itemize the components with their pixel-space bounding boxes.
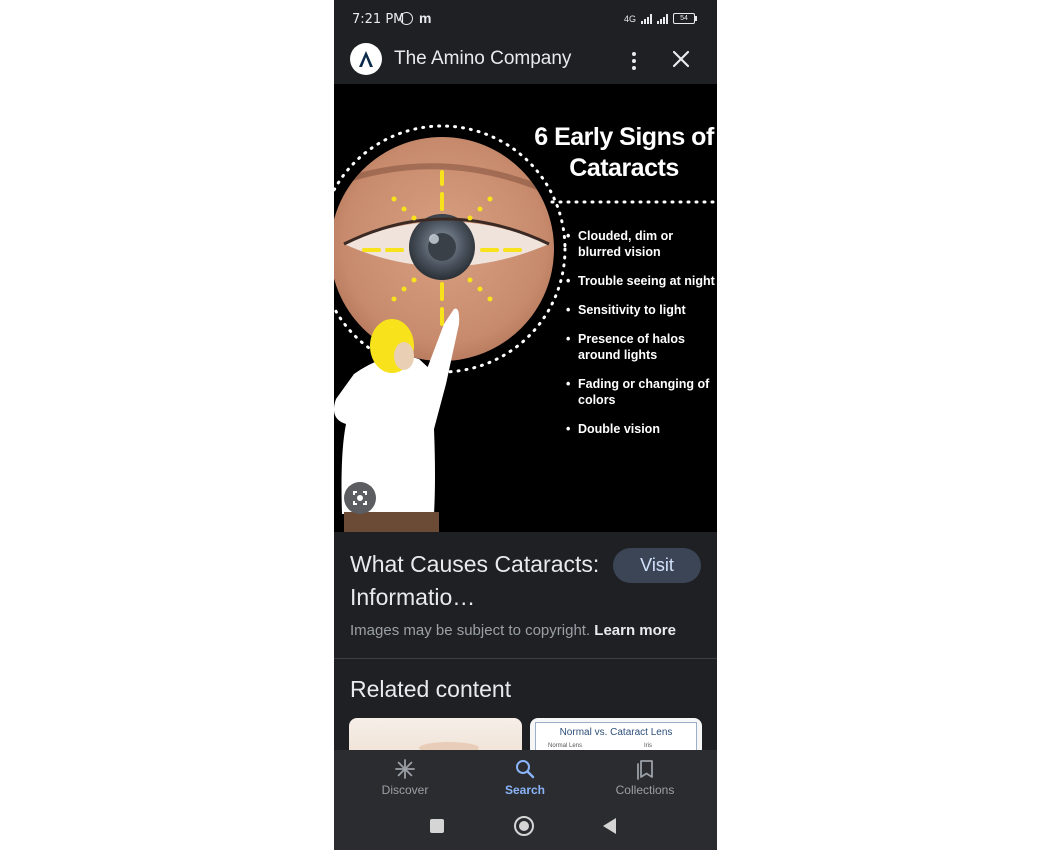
status-bar: 7:21 PM m 4G 54: [334, 0, 717, 38]
back-icon[interactable]: [603, 818, 616, 834]
sign-item: Double vision: [566, 421, 716, 437]
alarm-icon: [400, 12, 413, 25]
thumbnail-label: Iris: [644, 743, 652, 749]
copyright-text: Images may be subject to copyright.: [350, 622, 591, 639]
nav-collections[interactable]: Collections: [595, 750, 695, 806]
sign-item: Fading or changing of colors: [566, 376, 716, 408]
signs-list: Clouded, dim or blurred vision Trouble s…: [566, 228, 716, 450]
system-navigation: [334, 806, 717, 850]
more-vert-icon[interactable]: [624, 50, 644, 72]
signal-2-icon: [657, 13, 668, 24]
status-icons: 4G 54: [623, 13, 697, 24]
app-bar: The Amino Company: [334, 38, 717, 84]
thumbnail-label: Normal Lens: [548, 743, 583, 749]
battery-icon: 54: [673, 13, 697, 24]
amino-logo-icon[interactable]: [350, 43, 382, 75]
related-content-heading: Related content: [350, 676, 512, 702]
home-icon[interactable]: [514, 816, 534, 836]
signal-icon: [641, 13, 652, 24]
recents-icon[interactable]: [430, 819, 444, 833]
bottom-navigation: Discover Search Collections: [334, 750, 717, 806]
collections-icon: [637, 760, 653, 780]
search-icon: [516, 760, 535, 779]
image-title: 6 Early Signs of Cataracts: [534, 123, 714, 182]
nav-label: Search: [504, 783, 546, 797]
result-title[interactable]: What Causes Cataracts: Informatio…: [350, 548, 610, 614]
sign-item: Clouded, dim or blurred vision: [566, 228, 716, 260]
sign-item: Trouble seeing at night: [566, 273, 716, 289]
close-icon[interactable]: [670, 48, 692, 70]
status-time: 7:21 PM: [352, 12, 405, 27]
phone-screen: 7:21 PM m 4G 54 The Amino Company 6 Earl…: [334, 0, 717, 850]
asterisk-icon: [395, 759, 415, 779]
google-lens-icon[interactable]: [344, 482, 376, 514]
nav-label: Collections: [615, 783, 675, 797]
result-image[interactable]: 6 Early Signs of Cataracts Clouded, dim …: [334, 84, 717, 532]
site-name[interactable]: The Amino Company: [394, 48, 571, 70]
nav-search[interactable]: Search: [475, 750, 575, 806]
learn-more-link[interactable]: Learn more: [594, 622, 676, 639]
sign-item: Presence of halos around lights: [566, 331, 716, 363]
sign-item: Sensitivity to light: [566, 302, 716, 318]
nav-label: Discover: [381, 783, 429, 797]
divider: [334, 658, 717, 659]
carrier-icon: m: [419, 10, 432, 26]
nav-discover[interactable]: Discover: [355, 750, 455, 806]
visit-button[interactable]: Visit: [613, 548, 701, 583]
network-label: 4G: [623, 13, 636, 24]
copyright-notice: Images may be subject to copyright. Lear…: [350, 622, 676, 639]
thumbnail-title: Normal vs. Cataract Lens: [559, 727, 673, 738]
